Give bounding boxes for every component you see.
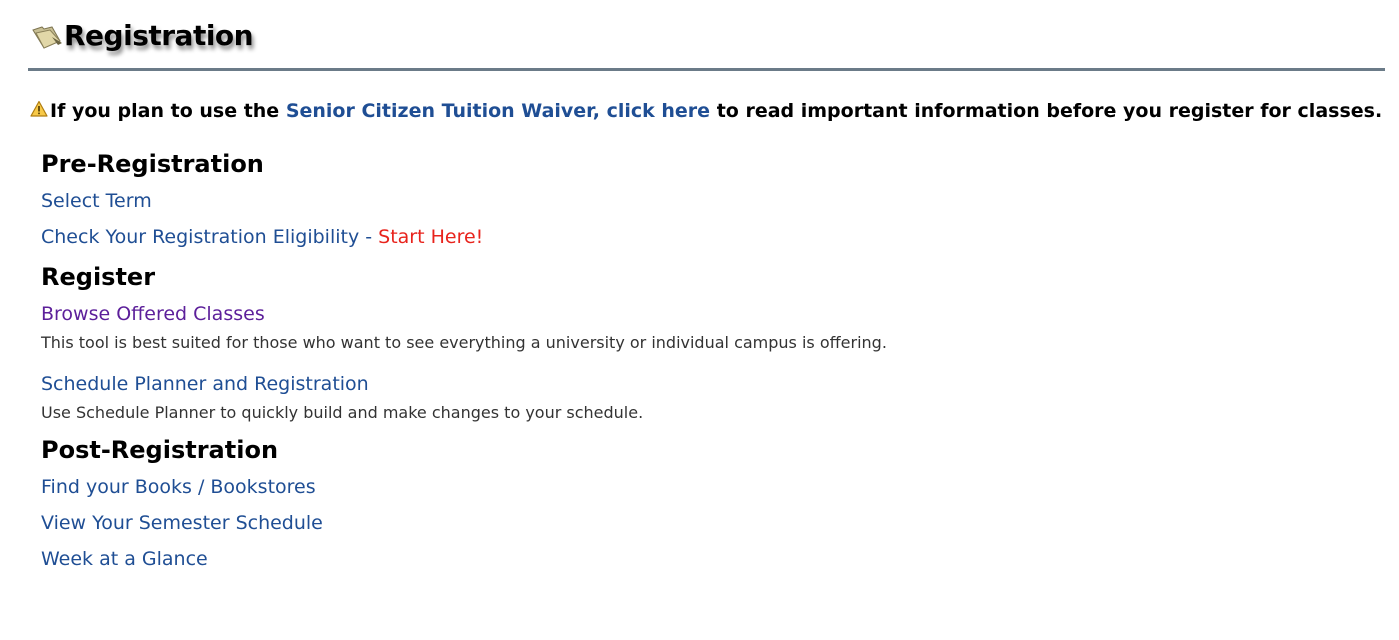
browse-classes-description: This tool is best suited for those who w… (41, 333, 887, 352)
find-books-link[interactable]: Find your Books / Bookstores (41, 476, 316, 498)
eligibility-row: Check Your Registration Eligibility - St… (41, 223, 1341, 252)
schedule-planner-description: Use Schedule Planner to quickly build an… (41, 403, 644, 422)
check-eligibility-link[interactable]: Check Your Registration Eligibility (41, 226, 359, 248)
browse-classes-row: Browse Offered Classes (41, 300, 1341, 329)
notice-prefix: If you plan to use the (50, 100, 280, 122)
eligibility-separator: - (365, 226, 373, 248)
start-here-label: Start Here! (378, 226, 484, 248)
pre-registration-heading: Pre-Registration (41, 150, 264, 178)
browse-offered-classes-link[interactable]: Browse Offered Classes (41, 303, 265, 325)
senior-waiver-link[interactable]: Senior Citizen Tuition Waiver, click her… (286, 100, 710, 122)
page-title: Registration (64, 19, 254, 52)
folder-icon (30, 21, 64, 51)
select-term-link[interactable]: Select Term (41, 190, 152, 212)
week-at-glance-row: Week at a Glance (41, 545, 1341, 574)
registration-menu: Pre-Registration Select Term Check Your … (41, 146, 1341, 581)
view-semester-schedule-link[interactable]: View Your Semester Schedule (41, 512, 323, 534)
books-row: Find your Books / Bookstores (41, 473, 1341, 502)
week-at-a-glance-link[interactable]: Week at a Glance (41, 548, 208, 570)
schedule-planner-row: Schedule Planner and Registration (41, 370, 1341, 399)
notice-suffix: to read important information before you… (716, 100, 1383, 122)
select-term-row: Select Term (41, 187, 1341, 216)
register-heading: Register (41, 263, 156, 291)
senior-waiver-notice: If you plan to use the Senior Citizen Tu… (30, 96, 1382, 126)
schedule-planner-link[interactable]: Schedule Planner and Registration (41, 373, 369, 395)
header-divider (28, 68, 1385, 71)
semester-schedule-row: View Your Semester Schedule (41, 509, 1341, 538)
page-header: Registration (30, 16, 254, 56)
post-registration-heading: Post-Registration (41, 436, 279, 464)
warning-icon (30, 97, 48, 117)
